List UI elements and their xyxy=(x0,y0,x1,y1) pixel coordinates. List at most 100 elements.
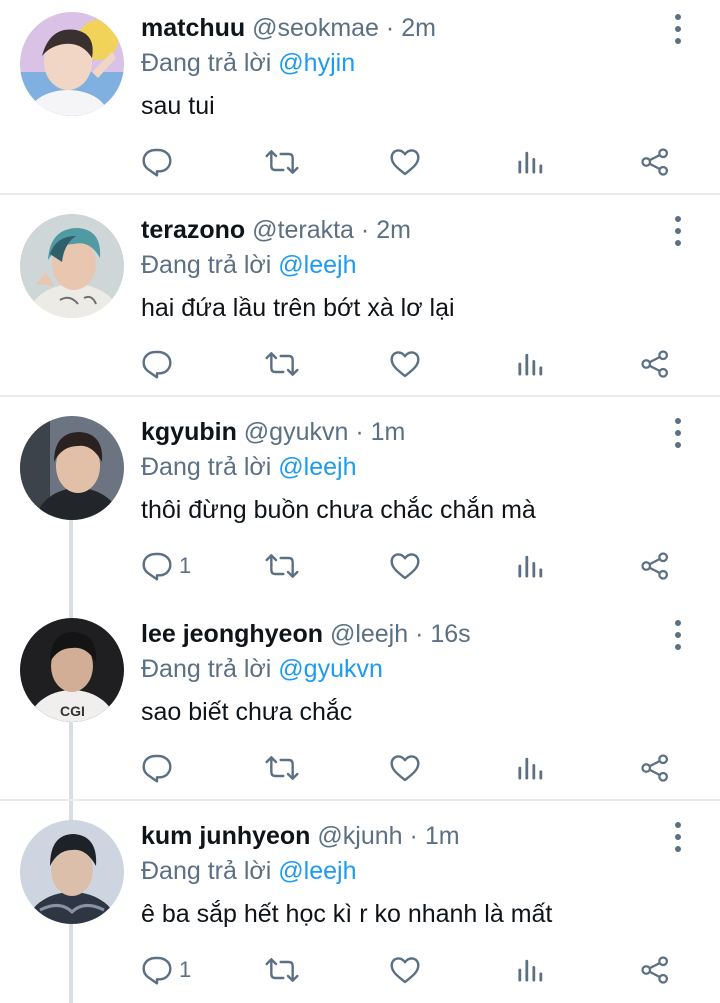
tweet-header: lee jeonghyeon @leejh · 16s xyxy=(141,616,471,652)
tweet[interactable]: kgyubin @gyukvn · 1m Đang trả lời @leejh… xyxy=(0,404,720,604)
reply-count: 1 xyxy=(179,553,192,578)
action-bar: 1 xyxy=(0,950,720,990)
like-button[interactable] xyxy=(389,142,421,182)
tweet-header: matchuu @seokmae · 2m xyxy=(141,10,436,46)
like-icon xyxy=(389,954,421,986)
mention-link[interactable]: @leejh xyxy=(278,857,356,885)
reply-button[interactable]: 1 xyxy=(141,950,191,990)
avatar[interactable] xyxy=(20,820,124,924)
retweet-icon xyxy=(264,146,300,178)
more-vertical-icon[interactable] xyxy=(668,820,688,854)
retweet-icon xyxy=(264,954,300,986)
timestamp[interactable]: 2m xyxy=(401,14,436,42)
share-button[interactable] xyxy=(640,142,670,182)
separator: · xyxy=(355,418,364,446)
display-name[interactable]: matchuu xyxy=(141,14,245,42)
retweet-button[interactable] xyxy=(264,950,300,990)
user-handle[interactable]: @leejh xyxy=(330,620,408,648)
action-bar xyxy=(0,142,720,182)
analytics-button[interactable] xyxy=(516,142,544,182)
like-icon xyxy=(389,146,421,178)
analytics-icon xyxy=(516,348,544,380)
share-icon xyxy=(640,348,670,380)
divider xyxy=(0,395,720,397)
retweet-button[interactable] xyxy=(264,546,300,586)
tweet-header: kgyubin @gyukvn · 1m xyxy=(141,414,405,450)
tweet-text: sau tui xyxy=(141,92,215,120)
tweet[interactable]: CGI lee jeonghyeon @leejh · 16s Đang trả… xyxy=(0,606,720,800)
more-vertical-icon[interactable] xyxy=(668,416,688,450)
display-name[interactable]: terazono xyxy=(141,216,245,244)
retweet-button[interactable] xyxy=(264,344,300,384)
share-button[interactable] xyxy=(640,950,670,990)
more-vertical-icon[interactable] xyxy=(668,12,688,46)
svg-text:CGI: CGI xyxy=(60,703,85,719)
share-icon xyxy=(640,752,670,784)
tweet-text: sao biết chưa chắc xyxy=(141,698,353,726)
share-button[interactable] xyxy=(640,748,670,788)
analytics-button[interactable] xyxy=(516,546,544,586)
timestamp[interactable]: 2m xyxy=(376,216,411,244)
display-name[interactable]: lee jeonghyeon xyxy=(141,620,323,648)
analytics-button[interactable] xyxy=(516,950,544,990)
mention-link[interactable]: @leejh xyxy=(278,453,356,481)
retweet-button[interactable] xyxy=(264,142,300,182)
reply-button[interactable] xyxy=(141,344,179,384)
separator: · xyxy=(409,822,418,850)
reply-count: 1 xyxy=(179,957,192,982)
analytics-button[interactable] xyxy=(516,748,544,788)
like-button[interactable] xyxy=(389,546,421,586)
more-vertical-icon[interactable] xyxy=(668,214,688,248)
replying-prefix: Đang trả lời xyxy=(141,49,272,77)
mention-link[interactable]: @gyukvn xyxy=(278,655,383,683)
tweet-header: kum junhyeon @kjunh · 1m xyxy=(141,818,460,854)
replying-prefix: Đang trả lời xyxy=(141,251,272,279)
mention-link[interactable]: @leejh xyxy=(278,251,356,279)
mention-link[interactable]: @hyjin xyxy=(278,49,355,77)
like-button[interactable] xyxy=(389,344,421,384)
like-icon xyxy=(389,550,421,582)
replying-prefix: Đang trả lời xyxy=(141,453,272,481)
divider xyxy=(0,193,720,195)
like-button[interactable] xyxy=(389,748,421,788)
timestamp[interactable]: 1m xyxy=(425,822,460,850)
user-handle[interactable]: @seokmae xyxy=(252,14,379,42)
reply-icon xyxy=(141,348,173,380)
avatar[interactable] xyxy=(20,12,124,116)
share-icon xyxy=(640,954,670,986)
replying-to: Đang trả lời @leejh xyxy=(141,449,357,485)
avatar[interactable] xyxy=(20,214,124,318)
reply-button[interactable]: 1 xyxy=(141,546,191,586)
like-icon xyxy=(389,752,421,784)
tweet[interactable]: terazono @terakta · 2m Đang trả lời @lee… xyxy=(0,202,720,396)
tweet[interactable]: matchuu @seokmae · 2m Đang trả lời @hyji… xyxy=(0,0,720,194)
divider xyxy=(0,799,720,801)
avatar[interactable]: CGI xyxy=(20,618,124,722)
share-button[interactable] xyxy=(640,546,670,586)
retweet-button[interactable] xyxy=(264,748,300,788)
user-handle[interactable]: @kjunh xyxy=(317,822,402,850)
reply-button[interactable] xyxy=(141,748,179,788)
share-button[interactable] xyxy=(640,344,670,384)
display-name[interactable]: kum junhyeon xyxy=(141,822,310,850)
replying-to: Đang trả lời @hyjin xyxy=(141,45,355,81)
display-name[interactable]: kgyubin xyxy=(141,418,237,446)
analytics-button[interactable] xyxy=(516,344,544,384)
user-handle[interactable]: @gyukvn xyxy=(244,418,349,446)
tweet-feed: matchuu @seokmae · 2m Đang trả lời @hyji… xyxy=(0,0,720,1003)
analytics-icon xyxy=(516,146,544,178)
replying-prefix: Đang trả lời xyxy=(141,655,272,683)
reply-icon xyxy=(141,146,173,178)
reply-icon xyxy=(141,752,173,784)
user-handle[interactable]: @terakta xyxy=(252,216,354,244)
like-button[interactable] xyxy=(389,950,421,990)
timestamp[interactable]: 1m xyxy=(371,418,406,446)
share-icon xyxy=(640,550,670,582)
tweet[interactable]: kum junhyeon @kjunh · 1m Đang trả lời @l… xyxy=(0,808,720,1003)
like-icon xyxy=(389,348,421,380)
reply-button[interactable] xyxy=(141,142,179,182)
more-vertical-icon[interactable] xyxy=(668,618,688,652)
replying-to: Đang trả lời @gyukvn xyxy=(141,651,383,687)
timestamp[interactable]: 16s xyxy=(430,620,470,648)
avatar[interactable] xyxy=(20,416,124,520)
